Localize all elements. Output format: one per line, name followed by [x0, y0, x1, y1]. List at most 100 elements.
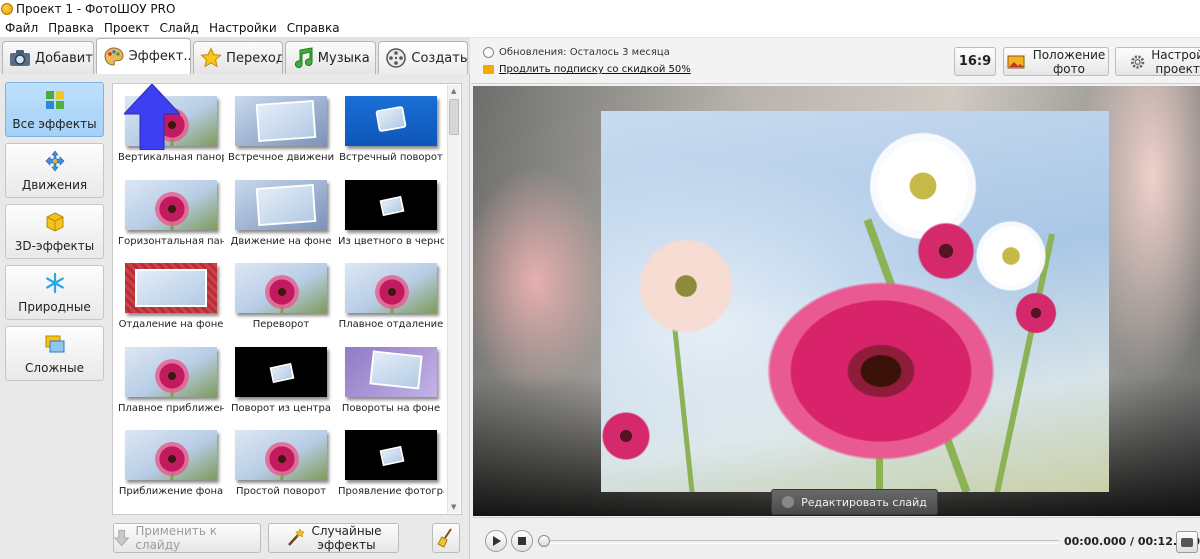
- tab-transitions[interactable]: Переход...: [193, 41, 283, 74]
- effect-thumbnail[interactable]: [235, 96, 327, 146]
- menu-settings[interactable]: Настройки: [204, 21, 282, 35]
- effect-item[interactable]: Простой поворот: [227, 424, 335, 508]
- gallery-scrollbar[interactable]: ▲ ▼: [447, 85, 460, 513]
- move-arrows-icon: [44, 150, 66, 172]
- effect-thumbnail[interactable]: [235, 179, 327, 230]
- tab-music[interactable]: Музыка: [284, 41, 377, 74]
- effect-thumbnail[interactable]: [235, 346, 327, 397]
- effect-label: Плавное отдаление: [338, 319, 444, 330]
- thumb-inset-photo: [269, 362, 295, 383]
- clear-effects-button[interactable]: [432, 523, 460, 553]
- effect-item[interactable]: Отдаление на фоне: [117, 257, 225, 341]
- scroll-down-arrow-icon[interactable]: ▼: [451, 503, 456, 511]
- random-label-line2: эффекты: [317, 538, 376, 552]
- thumb-flower: [265, 275, 299, 309]
- position-line2: фото: [1053, 61, 1085, 76]
- category-all-effects[interactable]: Все эффекты: [5, 82, 104, 137]
- effect-label: Простой поворот: [235, 486, 327, 497]
- menu-help[interactable]: Справка: [282, 21, 345, 35]
- tab-effects-label: Эффект...: [128, 49, 192, 64]
- category-complex[interactable]: Сложные: [5, 326, 104, 381]
- effect-thumbnail[interactable]: [125, 430, 217, 480]
- white-daisy: [971, 221, 1051, 291]
- effect-thumbnail[interactable]: [235, 263, 327, 313]
- slide-preview[interactable]: [473, 86, 1200, 516]
- apply-to-slide-button[interactable]: Применить к слайду: [113, 523, 261, 553]
- effect-item[interactable]: Встречное движение: [227, 90, 335, 174]
- effect-thumbnail[interactable]: [125, 346, 217, 397]
- effect-thumbnail[interactable]: [345, 346, 437, 397]
- effect-item[interactable]: Поворот из центра: [227, 341, 335, 425]
- magic-wand-icon: [288, 528, 306, 546]
- effect-item[interactable]: Плавное приближение: [117, 341, 225, 425]
- effect-label: Переворот: [252, 319, 310, 330]
- category-nature[interactable]: Природные: [5, 265, 104, 320]
- effect-thumbnail[interactable]: [235, 430, 327, 480]
- category-label: Сложные: [25, 360, 84, 375]
- category-label: Движения: [21, 177, 88, 192]
- effect-label: Горизонтальная пано...: [118, 235, 224, 247]
- menu-project[interactable]: Проект: [99, 21, 155, 35]
- thumb-inset-photo: [369, 349, 423, 390]
- title-bar: Проект 1 - ФотоШОУ PRO: [0, 0, 1200, 18]
- cart-icon: [483, 65, 494, 74]
- effect-label: Встречное движение: [228, 152, 334, 163]
- effect-item[interactable]: Встречный поворот: [337, 90, 445, 174]
- effect-label: Повороты на фоне: [341, 402, 441, 414]
- effect-item[interactable]: Плавное отдаление: [337, 257, 445, 341]
- seek-bar[interactable]: [539, 540, 1059, 544]
- effect-thumbnail[interactable]: [345, 263, 437, 313]
- effect-thumbnail[interactable]: [345, 179, 437, 230]
- effect-item[interactable]: Проявление фотогра...: [337, 424, 445, 508]
- effect-item[interactable]: Из цветного в черно-...: [337, 174, 445, 258]
- stop-button[interactable]: [511, 530, 533, 552]
- extend-subscription-link[interactable]: Продлить подписку со скидкой 50%: [499, 64, 691, 75]
- tab-add[interactable]: Добавит...: [2, 41, 94, 74]
- scroll-up-arrow-icon[interactable]: ▲: [451, 87, 456, 95]
- effect-item[interactable]: Переворот: [227, 257, 335, 341]
- effect-label: Плавное приближение: [118, 402, 224, 414]
- snapshot-button[interactable]: [1176, 531, 1198, 553]
- background-blur: [473, 166, 613, 396]
- effect-item[interactable]: Приближение фона: [117, 424, 225, 508]
- down-arrow-icon: [114, 529, 130, 547]
- effect-thumbnail[interactable]: [345, 96, 437, 146]
- effect-label: Приближение фона: [118, 486, 224, 497]
- seek-handle[interactable]: [538, 535, 550, 547]
- white-daisy: [863, 131, 983, 241]
- play-icon: [493, 536, 501, 546]
- menu-edit[interactable]: Правка: [43, 21, 99, 35]
- menu-file[interactable]: Файл: [0, 21, 43, 35]
- app-logo-icon: [1, 3, 13, 15]
- slide-photo[interactable]: [601, 111, 1109, 492]
- play-button[interactable]: [485, 530, 507, 552]
- aspect-ratio-button[interactable]: 16:9: [954, 47, 996, 76]
- effect-categories: Все эффекты Движения 3D-эффекты Природны…: [5, 82, 106, 387]
- scrollbar-thumb[interactable]: [449, 99, 459, 135]
- photo-position-button[interactable]: Положение фото: [1003, 47, 1109, 76]
- category-motion[interactable]: Движения: [5, 143, 104, 198]
- edit-slide-button[interactable]: Редактировать слайд: [771, 489, 938, 515]
- apply-label: Применить к слайду: [135, 524, 217, 552]
- gear-icon: [1130, 54, 1145, 69]
- pink-flower: [1011, 291, 1061, 335]
- random-label-line1: Случайные: [311, 524, 382, 538]
- tab-effects[interactable]: Эффект...: [95, 38, 192, 74]
- tab-music-label: Музыка: [317, 50, 370, 66]
- effect-thumbnail[interactable]: [125, 263, 217, 313]
- tab-create-label: Создать: [411, 50, 468, 66]
- random-effects-button[interactable]: Случайные эффекты: [268, 523, 399, 553]
- menu-slide[interactable]: Слайд: [154, 21, 204, 35]
- effect-label: Из цветного в черно-...: [338, 235, 444, 247]
- thumb-inset-photo: [135, 269, 207, 307]
- effect-item[interactable]: Повороты на фоне: [337, 341, 445, 425]
- effect-item[interactable]: Движение на фоне: [227, 174, 335, 258]
- thumb-flower: [155, 191, 189, 226]
- position-line1: Положение: [1032, 47, 1106, 62]
- effect-item[interactable]: Горизонтальная пано...: [117, 174, 225, 258]
- effect-thumbnail[interactable]: [345, 430, 437, 480]
- effect-thumbnail[interactable]: [125, 179, 217, 230]
- category-3d[interactable]: 3D-эффекты: [5, 204, 104, 259]
- tab-create[interactable]: Создать: [378, 41, 468, 74]
- project-settings-button[interactable]: Настрой проект: [1115, 47, 1200, 76]
